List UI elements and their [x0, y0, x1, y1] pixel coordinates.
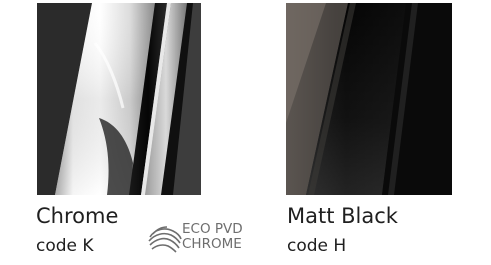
eco-pvd-chrome-logo: ECO PVD CHROME — [147, 219, 262, 259]
matt-black-finish-name: Matt Black — [287, 204, 398, 228]
matt-black-finish-image — [286, 3, 452, 195]
eco-logo-line1: ECO PVD — [182, 221, 243, 237]
matt-black-finish-code: code H — [287, 236, 347, 256]
chrome-finish-image — [37, 3, 201, 195]
chrome-finish-swatch — [37, 3, 201, 195]
chrome-finish-code: code K — [36, 236, 94, 256]
matt-black-finish-swatch — [286, 3, 452, 195]
eco-logo-line2: CHROME — [182, 236, 242, 252]
wave-swirl-icon — [148, 226, 182, 253]
chrome-finish-name: Chrome — [36, 204, 119, 228]
